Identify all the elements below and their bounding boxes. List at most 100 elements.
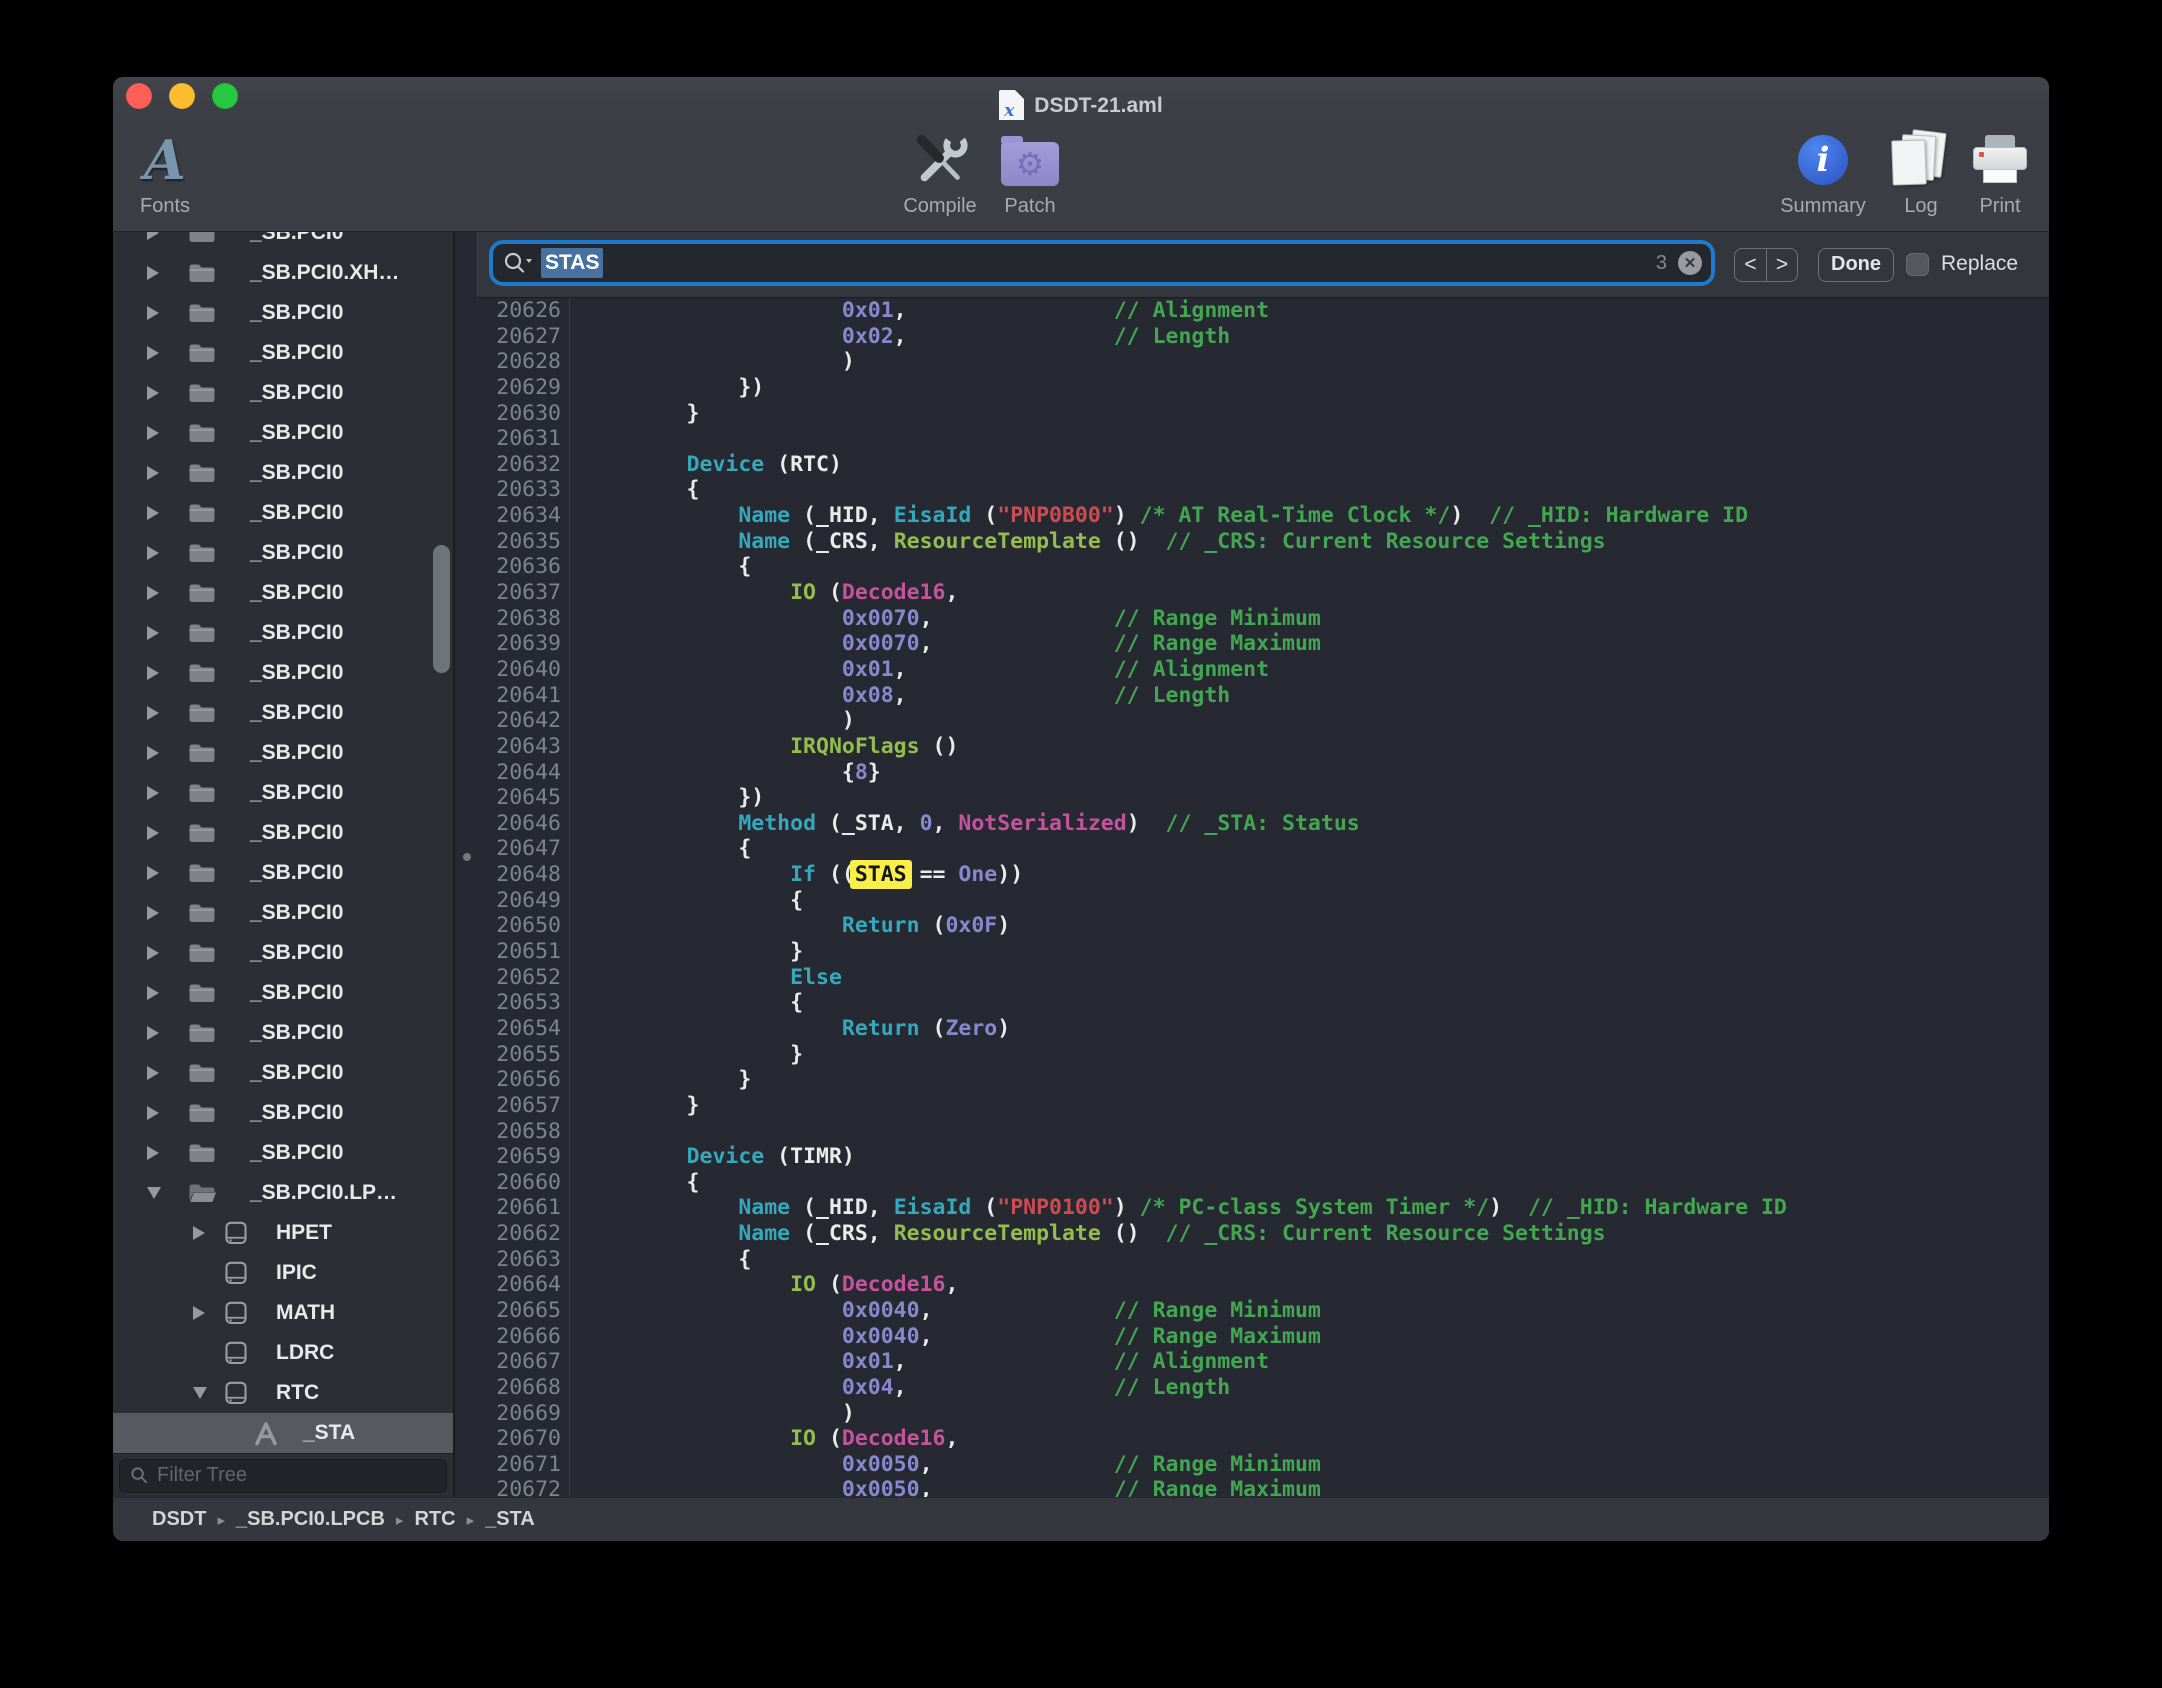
tree-row[interactable]: _SB.PCI0 [113,413,453,453]
tree-row[interactable]: IPIC [113,1253,453,1293]
triangle-right-icon[interactable] [147,746,159,760]
code-line[interactable]: 20671 0x0050, // Range Minimum [455,1452,2049,1478]
tree-row[interactable]: MATH [113,1293,453,1333]
code-line[interactable]: 20628 ) [455,349,2049,375]
find-previous-button[interactable]: < [1735,249,1766,281]
code-line[interactable]: 20638 0x0070, // Range Minimum [455,606,2049,632]
titlebar[interactable]: DSDT-21.aml [113,77,2049,120]
triangle-right-icon[interactable] [147,1146,159,1160]
tree-row[interactable]: RTC [113,1373,453,1413]
code-line[interactable]: 20648 If ((STAS == One)) [455,862,2049,888]
tree-row[interactable]: _SB.PCI0 [113,573,453,613]
close-button[interactable] [126,83,152,109]
triangle-right-icon[interactable] [147,706,159,720]
code-line[interactable]: 20669 ) [455,1401,2049,1427]
code-line[interactable]: 20649 { [455,888,2049,914]
tree-row[interactable]: _SB.PCI0 [113,373,453,413]
code-line[interactable]: 20635 Name (_CRS, ResourceTemplate () //… [455,529,2049,555]
code-line[interactable]: 20653 { [455,990,2049,1016]
tree-row[interactable]: _STA [113,1413,453,1453]
tree-row[interactable]: _SB.PCI0.XH… [113,253,453,293]
code-line[interactable]: 20626 0x01, // Alignment [455,298,2049,324]
code-line[interactable]: 20665 0x0040, // Range Minimum [455,1298,2049,1324]
code-line[interactable]: 20637 IO (Decode16, [455,580,2049,606]
code-line[interactable]: 20651 } [455,939,2049,965]
tree-row[interactable]: _SB.PCI0 [113,933,453,973]
code-line[interactable]: 20634 Name (_HID, EisaId ("PNP0B00") /* … [455,503,2049,529]
breadcrumb-item[interactable]: _SB.PCI0.LPCB [236,1508,385,1531]
triangle-right-icon[interactable] [147,826,159,840]
triangle-right-icon[interactable] [147,232,159,240]
code-editor[interactable]: 20626 0x01, // Alignment20627 0x02, // L… [455,298,2049,1497]
tree-row[interactable]: HPET [113,1213,453,1253]
tree-row[interactable]: _SB.PCI0 [113,733,453,773]
clear-search-button[interactable]: ✕ [1678,251,1702,275]
code-line[interactable]: 20667 0x01, // Alignment [455,1349,2049,1375]
done-button[interactable]: Done [1818,248,1894,282]
triangle-right-icon[interactable] [147,866,159,880]
code-line[interactable]: 20629 }) [455,375,2049,401]
code-line[interactable]: 20642 ) [455,708,2049,734]
code-line[interactable]: 20627 0x02, // Length [455,324,2049,350]
triangle-right-icon[interactable] [147,466,159,480]
tree-row[interactable]: _SB.PCI0 [113,333,453,373]
tree-row[interactable]: _SB.PCI0 [113,613,453,653]
triangle-right-icon[interactable] [147,306,159,320]
code-line[interactable]: 20660 { [455,1170,2049,1196]
filter-tree-input[interactable]: Filter Tree [119,1459,447,1493]
code-line[interactable]: 20658 [455,1119,2049,1145]
triangle-right-icon[interactable] [147,1106,159,1120]
minimize-button[interactable] [169,83,195,109]
code-line[interactable]: 20654 Return (Zero) [455,1016,2049,1042]
triangle-right-icon[interactable] [147,386,159,400]
code-line[interactable]: 20645 }) [455,785,2049,811]
tree-row[interactable]: _SB.PCI0 [113,293,453,333]
tree-row[interactable]: _SB.PCI0 [113,493,453,533]
tree-row[interactable]: _SB.PCI0 [113,1133,453,1173]
code-line[interactable]: 20670 IO (Decode16, [455,1426,2049,1452]
code-line[interactable]: 20632 Device (RTC) [455,452,2049,478]
tree-row[interactable]: _SB.PCI0 [113,853,453,893]
code-line[interactable]: 20650 Return (0x0F) [455,913,2049,939]
breadcrumb-item[interactable]: _STA [485,1508,535,1531]
tree-row[interactable]: _SB.PCI0 [113,693,453,733]
tree-row[interactable]: _SB.PCI0 [113,653,453,693]
triangle-right-icon[interactable] [193,1226,205,1240]
triangle-right-icon[interactable] [147,906,159,920]
triangle-down-icon[interactable] [193,1387,207,1399]
breadcrumb-item[interactable]: DSDT [152,1508,206,1531]
code-line[interactable]: 20656 } [455,1067,2049,1093]
code-line[interactable]: 20646 Method (_STA, 0, NotSerialized) //… [455,811,2049,837]
code-line[interactable]: 20633 { [455,477,2049,503]
tree-row[interactable]: _SB.PCI0 [113,813,453,853]
triangle-right-icon[interactable] [147,586,159,600]
triangle-right-icon[interactable] [147,266,159,280]
triangle-right-icon[interactable] [147,946,159,960]
triangle-right-icon[interactable] [147,426,159,440]
split-handle[interactable] [463,853,471,861]
code-line[interactable]: 20666 0x0040, // Range Maximum [455,1324,2049,1350]
triangle-right-icon[interactable] [147,506,159,520]
code-line[interactable]: 20641 0x08, // Length [455,683,2049,709]
code-line[interactable]: 20630 } [455,401,2049,427]
tree-row[interactable]: _SB.PCI0 [113,1053,453,1093]
fonts-button[interactable]: A Fonts [113,128,220,228]
code-line[interactable]: 20672 0x0050, // Range Maximum [455,1477,2049,1497]
code-line[interactable]: 20664 IO (Decode16, [455,1272,2049,1298]
replace-checkbox[interactable] [1906,253,1929,276]
code-line[interactable]: 20663 { [455,1247,2049,1273]
acpi-tree[interactable]: _SB.PCI0_SB.PCI0.XH…_SB.PCI0_SB.PCI0_SB.… [113,232,453,1453]
triangle-right-icon[interactable] [147,1026,159,1040]
breadcrumb-item[interactable]: RTC [414,1508,455,1531]
print-button[interactable]: Print [1945,128,2049,228]
tree-row[interactable]: _SB.PCI0 [113,893,453,933]
code-line[interactable]: 20659 Device (TIMR) [455,1144,2049,1170]
code-line[interactable]: 20657 } [455,1093,2049,1119]
tree-row[interactable]: _SB.PCI0 [113,453,453,493]
triangle-right-icon[interactable] [147,346,159,360]
tree-row[interactable]: _SB.PCI0 [113,773,453,813]
zoom-button[interactable] [212,83,238,109]
find-input[interactable]: STAS 3 ✕ [493,244,1711,282]
triangle-right-icon[interactable] [147,626,159,640]
triangle-right-icon[interactable] [147,546,159,560]
